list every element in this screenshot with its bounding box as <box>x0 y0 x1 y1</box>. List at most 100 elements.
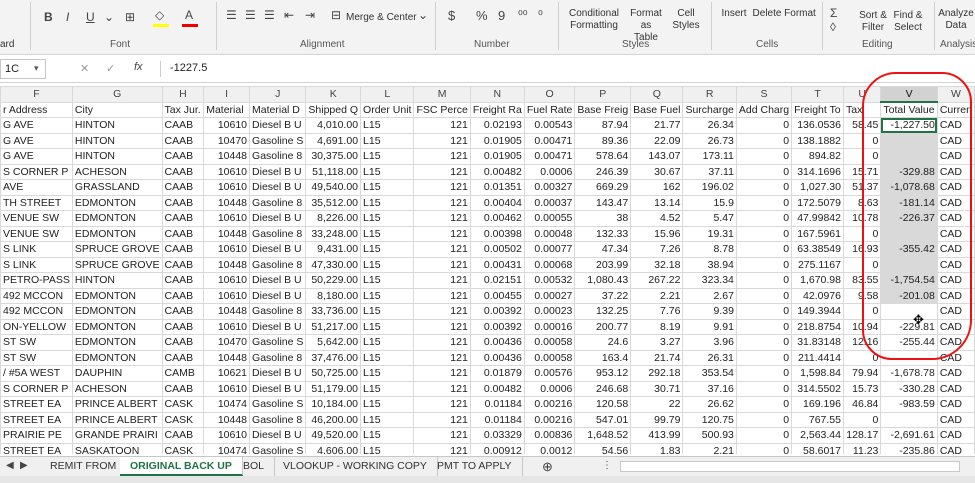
table-cell[interactable]: 21.77 <box>630 117 684 134</box>
column-header-t[interactable]: T <box>791 86 844 103</box>
table-cell[interactable]: Gasoline 8 <box>249 349 307 366</box>
column-header-f[interactable]: F <box>0 86 73 103</box>
table-cell[interactable]: CAAB <box>161 256 205 273</box>
table-cell[interactable]: 10610 <box>203 117 251 134</box>
table-cell[interactable]: 87.94 <box>574 117 632 134</box>
table-cell[interactable]: EDMONTON <box>71 287 163 304</box>
table-cell[interactable]: CAAB <box>161 132 205 149</box>
table-cell[interactable]: HINTON <box>71 117 163 134</box>
table-cell[interactable]: 10610 <box>203 380 251 397</box>
table-cell[interactable]: AVE <box>0 179 73 196</box>
table-cell[interactable]: 323.34 <box>682 272 737 289</box>
spreadsheet-grid[interactable]: FGHIJKLMNOPQRSTUVWr Address City Tax Jur. M… <box>0 86 975 454</box>
table-cell[interactable]: 9,431.00 <box>305 241 362 258</box>
table-cell[interactable]: VENUE SW <box>0 210 73 227</box>
table-cell[interactable]: 16.93 <box>842 241 882 258</box>
table-cell[interactable]: 132.33 <box>574 225 632 242</box>
table-cell[interactable]: 50,229.00 <box>305 272 362 289</box>
table-cell[interactable]: 169.196 <box>791 396 844 413</box>
table-cell[interactable]: CAAB <box>161 148 205 165</box>
table-cell[interactable]: 19.31 <box>682 225 737 242</box>
table-cell[interactable]: 0.00431 <box>469 256 525 273</box>
analyze-data-button[interactable]: Analyze Data <box>938 8 974 32</box>
table-cell[interactable]: 547.01 <box>574 411 632 428</box>
column-header-p[interactable]: P <box>574 86 632 103</box>
table-cell[interactable]: 0.01184 <box>469 411 525 428</box>
table-cell[interactable]: 10448 <box>203 194 251 211</box>
tab-scroll-right-icon[interactable]: ▶ <box>20 460 28 471</box>
table-cell[interactable]: CAAB <box>161 349 205 366</box>
table-cell[interactable]: -1,078.68 <box>880 179 938 196</box>
table-cell[interactable]: Diesel B U <box>249 272 307 289</box>
table-cell[interactable]: 30.71 <box>630 380 684 397</box>
table-cell[interactable]: 0.00482 <box>469 380 525 397</box>
comma-button[interactable]: 9 <box>498 8 505 23</box>
table-cell[interactable]: 0.00471 <box>523 132 576 149</box>
table-cell[interactable]: 54.56 <box>574 442 632 454</box>
table-cell[interactable]: -329.88 <box>880 163 938 180</box>
table-cell[interactable]: 0 <box>735 380 793 397</box>
table-cell[interactable]: 120.58 <box>574 396 632 413</box>
horizontal-scrollbar[interactable] <box>620 461 960 472</box>
table-cell[interactable]: 15.73 <box>842 380 882 397</box>
table-cell[interactable]: 0.00037 <box>523 194 576 211</box>
column-header-v[interactable]: V <box>880 86 938 103</box>
table-cell[interactable]: 38.94 <box>682 256 737 273</box>
table-cell[interactable]: 353.54 <box>682 365 737 382</box>
table-cell[interactable]: 121 <box>413 318 471 335</box>
table-cell[interactable]: 0.00404 <box>469 194 525 211</box>
table-cell[interactable]: 0.00055 <box>523 210 576 227</box>
table-cell[interactable]: CAAB <box>161 334 205 351</box>
insert-button[interactable]: Insert <box>716 8 752 20</box>
underline-button[interactable]: U <box>86 10 95 24</box>
table-cell[interactable]: ACHESON <box>71 380 163 397</box>
table-cell[interactable]: CAD <box>936 117 975 134</box>
table-cell[interactable]: 10448 <box>203 225 251 242</box>
table-cell[interactable]: 10474 <box>203 396 251 413</box>
table-cell[interactable]: 0.02193 <box>469 117 525 134</box>
increase-decimal-icon[interactable]: ⁰⁰ <box>518 8 528 22</box>
table-cell[interactable]: CAMB <box>161 365 205 382</box>
table-cell[interactable]: 50,725.00 <box>305 365 362 382</box>
table-cell[interactable]: EDMONTON <box>71 225 163 242</box>
table-cell[interactable]: 0.00436 <box>469 349 525 366</box>
field-header-cell[interactable]: Tax <box>842 101 882 118</box>
table-cell[interactable]: 0.00392 <box>469 303 525 320</box>
enter-icon[interactable]: ✓ <box>106 62 115 75</box>
field-header-cell[interactable]: City <box>71 101 163 118</box>
table-cell[interactable]: 0.00471 <box>523 148 576 165</box>
chevron-down-icon[interactable]: ⌄ <box>418 8 428 22</box>
table-cell[interactable]: G AVE <box>0 117 73 134</box>
table-cell[interactable]: 8,180.00 <box>305 287 362 304</box>
table-cell[interactable]: 42.0976 <box>791 287 844 304</box>
table-cell[interactable]: EDMONTON <box>71 194 163 211</box>
table-cell[interactable]: 37.11 <box>682 163 737 180</box>
table-cell[interactable]: 0.00482 <box>469 163 525 180</box>
table-cell[interactable]: 10610 <box>203 179 251 196</box>
table-cell[interactable]: 15.9 <box>682 194 737 211</box>
table-cell[interactable]: 0.00016 <box>523 318 576 335</box>
table-cell[interactable]: -1,754.54 <box>880 272 938 289</box>
table-cell[interactable]: 10448 <box>203 303 251 320</box>
table-cell[interactable]: 0.00398 <box>469 225 525 242</box>
table-cell[interactable]: / #5A WEST <box>0 365 73 382</box>
table-cell[interactable]: CAD <box>936 256 975 273</box>
table-cell[interactable]: 267.22 <box>630 272 684 289</box>
autosum-icon[interactable]: Σ <box>830 6 837 20</box>
table-cell[interactable]: 172.5079 <box>791 194 844 211</box>
table-cell[interactable]: 21.74 <box>630 349 684 366</box>
table-cell[interactable]: L15 <box>360 179 415 196</box>
table-cell[interactable]: 314.5502 <box>791 380 844 397</box>
table-cell[interactable]: Gasoline S <box>249 442 307 454</box>
table-cell[interactable]: 33,736.00 <box>305 303 362 320</box>
table-cell[interactable]: CAD <box>936 380 975 397</box>
table-cell[interactable]: L15 <box>360 117 415 134</box>
table-cell[interactable]: G AVE <box>0 132 73 149</box>
table-cell[interactable]: PRINCE ALBERT <box>71 396 163 413</box>
table-cell[interactable]: CAAB <box>161 272 205 289</box>
table-cell[interactable]: HINTON <box>71 148 163 165</box>
table-cell[interactable]: CAAB <box>161 427 205 444</box>
column-header-q[interactable]: Q <box>630 86 684 103</box>
table-cell[interactable]: 51,217.00 <box>305 318 362 335</box>
increase-indent-icon[interactable]: ⇥ <box>305 8 315 22</box>
